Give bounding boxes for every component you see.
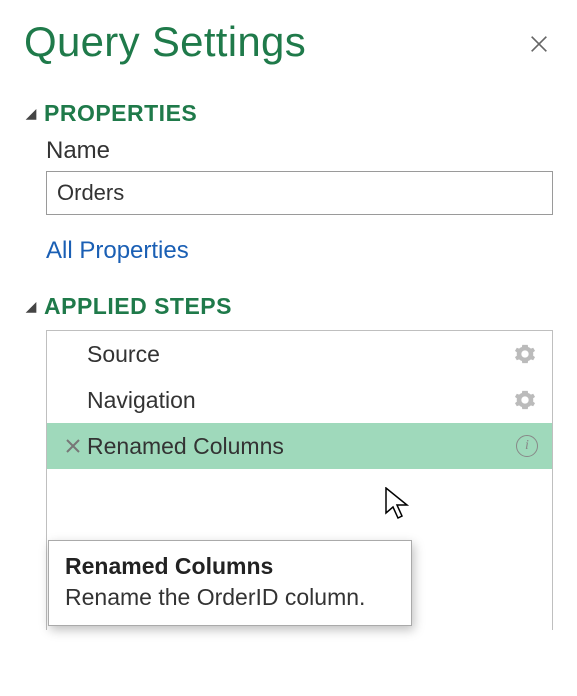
applied-steps-header[interactable]: ◢ APPLIED STEPS — [24, 293, 553, 320]
header: Query Settings — [24, 18, 553, 66]
all-properties-link[interactable]: All Properties — [46, 237, 553, 265]
step-row-navigation[interactable]: Navigation — [47, 377, 552, 423]
gear-icon — [514, 389, 536, 411]
name-label: Name — [46, 137, 553, 165]
step-label: Navigation — [87, 387, 512, 414]
properties-title: PROPERTIES — [44, 100, 197, 127]
step-settings-button[interactable] — [512, 387, 538, 413]
step-info-button[interactable]: i — [516, 435, 538, 457]
step-tooltip: Renamed Columns Rename the OrderID colum… — [48, 540, 412, 626]
step-settings-button[interactable] — [512, 341, 538, 367]
close-button[interactable] — [525, 30, 553, 58]
name-input[interactable] — [46, 171, 553, 215]
step-row-source[interactable]: Source — [47, 331, 552, 377]
tooltip-title: Renamed Columns — [65, 553, 395, 580]
triangle-down-icon: ◢ — [24, 105, 38, 122]
triangle-down-icon: ◢ — [24, 298, 38, 315]
step-row-renamed-columns[interactable]: Renamed Columns i — [47, 423, 552, 469]
page-title: Query Settings — [24, 18, 306, 66]
step-label: Renamed Columns — [87, 433, 508, 460]
tooltip-body: Rename the OrderID column. — [65, 584, 395, 611]
x-icon — [65, 438, 81, 454]
properties-header[interactable]: ◢ PROPERTIES — [24, 100, 553, 127]
step-delete-button[interactable] — [59, 438, 87, 454]
close-icon — [528, 33, 550, 55]
applied-steps-title: APPLIED STEPS — [44, 293, 232, 320]
gear-icon — [514, 343, 536, 365]
properties-section: ◢ PROPERTIES Name All Properties — [24, 100, 553, 265]
step-label: Source — [87, 341, 512, 368]
